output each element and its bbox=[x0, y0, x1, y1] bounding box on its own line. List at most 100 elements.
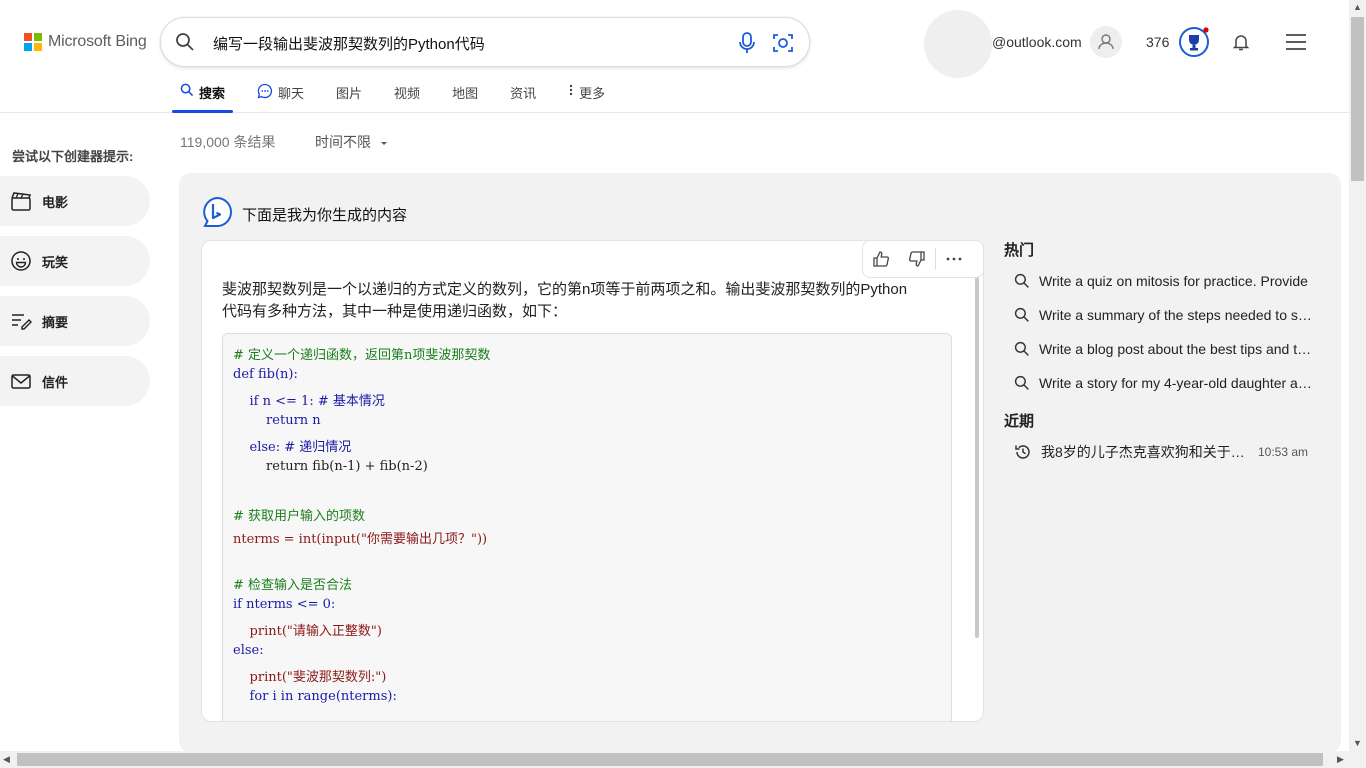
trending-item-text: Write a quiz on mitosis for practice. Pr… bbox=[1039, 273, 1308, 289]
thumbs-down-icon bbox=[909, 251, 925, 267]
clapperboard-icon bbox=[11, 192, 32, 211]
tab-label: 搜索 bbox=[199, 86, 226, 101]
answer-heading: 下面是我为你生成的内容 bbox=[242, 207, 408, 224]
scroll-up-arrow-icon[interactable]: ▲ bbox=[1353, 2, 1362, 12]
code-line: return fib(n-1) + fib(n-2) bbox=[233, 459, 428, 474]
prompt-label: 信件 bbox=[42, 374, 69, 390]
tab-search[interactable]: 搜索 bbox=[172, 80, 234, 113]
code-line: print("斐波那契数列:") bbox=[233, 670, 387, 685]
code-line: # 获取用户输入的项数 bbox=[233, 509, 366, 524]
brand-name: Microsoft Bing bbox=[48, 33, 147, 50]
mail-icon bbox=[11, 374, 31, 389]
search-box[interactable]: 编写一段输出斐波那契数列的Python代码 bbox=[160, 17, 810, 67]
code-line: nterms = int(input("你需要输出几项？")) bbox=[233, 532, 488, 547]
user-icon[interactable] bbox=[1090, 26, 1122, 58]
chat-icon bbox=[257, 83, 273, 99]
bing-chat-badge-icon bbox=[203, 196, 232, 227]
code-line: if n <= 1: # 基本情况 bbox=[233, 394, 385, 409]
code-line: else: bbox=[233, 643, 264, 658]
dropdown-caret-icon bbox=[380, 142, 387, 145]
bing-logo[interactable]: Microsoft Bing bbox=[24, 33, 147, 51]
code-line: if nterms <= 0: bbox=[233, 597, 336, 612]
visual-search-icon[interactable] bbox=[771, 31, 795, 55]
trending-item[interactable]: Write a summary of the steps needed to s… bbox=[1014, 303, 1314, 327]
tab-more[interactable]: 更多 bbox=[560, 80, 613, 113]
tab-label: 更多 bbox=[579, 86, 606, 101]
prompt-joke[interactable]: 玩笑 bbox=[0, 236, 150, 286]
card-scrollbar[interactable] bbox=[975, 253, 979, 638]
recent-title: 近期 bbox=[1004, 413, 1035, 430]
code-line: return n bbox=[233, 413, 321, 428]
notifications-bell-icon[interactable] bbox=[1231, 32, 1251, 52]
search-icon[interactable] bbox=[175, 32, 195, 52]
prompt-label: 摘要 bbox=[42, 314, 69, 330]
code-line: print("请输入正整数") bbox=[233, 624, 382, 639]
recent-item-text: 我8岁的儿子杰克喜欢狗和关于恐龙的故事 bbox=[1041, 444, 1246, 460]
rewards-points[interactable]: 376 bbox=[1146, 34, 1169, 50]
horizontal-scroll-thumb[interactable] bbox=[17, 753, 1323, 766]
tab-maps[interactable]: 地图 bbox=[444, 80, 486, 113]
prompt-label: 玩笑 bbox=[42, 254, 69, 270]
account-email[interactable]: @outlook.com bbox=[992, 34, 1082, 50]
tab-label: 聊天 bbox=[278, 86, 305, 101]
header: Microsoft Bing 编写一段输出斐波那契数列的Python代码 @ou… bbox=[0, 0, 1349, 113]
answer-card: 斐波那契数列是一个以递归的方式定义的数列，它的第n项等于前两项之和。输出斐波那契… bbox=[201, 240, 984, 722]
time-filter-dropdown[interactable]: 时间不限 bbox=[315, 132, 389, 152]
tab-label: 地图 bbox=[452, 86, 479, 101]
search-input[interactable]: 编写一段输出斐波那契数列的Python代码 bbox=[213, 33, 485, 54]
more-horizontal-icon bbox=[946, 257, 962, 261]
code-line: for i in range(nterms): bbox=[233, 689, 397, 704]
trending-item-text: Write a story for my 4-year-old daughter… bbox=[1039, 375, 1314, 391]
scroll-down-arrow-icon[interactable]: ▼ bbox=[1353, 738, 1362, 748]
creator-prompts-title: 尝试以下创建器提示: bbox=[12, 149, 134, 164]
recent-item-time: 10:53 am bbox=[1258, 445, 1309, 459]
search-icon bbox=[1014, 307, 1029, 322]
microphone-icon[interactable] bbox=[737, 32, 757, 54]
tab-label: 视频 bbox=[394, 86, 421, 101]
search-icon bbox=[1014, 273, 1029, 288]
tab-videos[interactable]: 视频 bbox=[386, 80, 428, 113]
trending-item[interactable]: Write a story for my 4-year-old daughter… bbox=[1014, 371, 1314, 395]
search-icon bbox=[180, 83, 194, 97]
prompt-movie[interactable]: 电影 bbox=[0, 176, 150, 226]
prompt-summary[interactable]: 摘要 bbox=[0, 296, 150, 346]
hamburger-menu-icon[interactable] bbox=[1285, 33, 1307, 51]
thumbs-down-button[interactable] bbox=[899, 241, 935, 277]
tab-label: 资讯 bbox=[510, 86, 537, 101]
time-filter-label: 时间不限 bbox=[315, 134, 371, 150]
profile-picture[interactable] bbox=[924, 10, 992, 78]
search-icon bbox=[1014, 375, 1029, 390]
code-line: # 检查输入是否合法 bbox=[233, 578, 353, 593]
tab-label: 图片 bbox=[336, 86, 363, 101]
code-line: def fib(n): bbox=[233, 367, 298, 382]
recent-item[interactable]: 我8岁的儿子杰克喜欢狗和关于恐龙的故事 bbox=[1014, 440, 1246, 464]
smile-icon bbox=[11, 251, 31, 271]
vertical-scroll-thumb[interactable] bbox=[1351, 17, 1364, 181]
tab-chat[interactable]: 聊天 bbox=[249, 80, 312, 113]
code-block[interactable]: # 定义一个递归函数，返回第n项斐波那契数 def fib(n): if n <… bbox=[222, 333, 952, 721]
more-vertical-icon bbox=[569, 84, 573, 96]
search-icon bbox=[1014, 341, 1029, 356]
code-line: # 定义一个递归函数，返回第n项斐波那契数 bbox=[233, 348, 491, 363]
rewards-trophy-icon[interactable] bbox=[1178, 26, 1210, 58]
summary-icon bbox=[12, 314, 32, 330]
answer-intro: 斐波那契数列是一个以递归的方式定义的数列，它的第n项等于前两项之和。输出斐波那契… bbox=[222, 281, 908, 320]
trending-item[interactable]: Write a quiz on mitosis for practice. Pr… bbox=[1014, 269, 1314, 293]
trending-item[interactable]: Write a blog post about the best tips an… bbox=[1014, 337, 1314, 361]
thumbs-up-icon bbox=[873, 251, 889, 267]
microsoft-logo-icon bbox=[24, 33, 42, 51]
trending-item-text: Write a summary of the steps needed to s… bbox=[1039, 307, 1314, 323]
feedback-toolbar bbox=[862, 240, 984, 278]
more-options-button[interactable] bbox=[936, 241, 972, 277]
scroll-left-arrow-icon[interactable]: ◀ bbox=[3, 754, 10, 765]
trending-item-text: Write a blog post about the best tips an… bbox=[1039, 341, 1314, 357]
tab-news[interactable]: 资讯 bbox=[502, 80, 544, 113]
scroll-right-arrow-icon[interactable]: ▶ bbox=[1337, 754, 1344, 765]
prompt-label: 电影 bbox=[42, 194, 69, 210]
trending-title: 热门 bbox=[1004, 242, 1035, 259]
tab-images[interactable]: 图片 bbox=[328, 80, 370, 113]
history-icon bbox=[1015, 445, 1030, 459]
prompt-letter[interactable]: 信件 bbox=[0, 356, 150, 406]
scope-tabs: 搜索 聊天 图片 视频 地图 资讯 更多 bbox=[172, 80, 629, 113]
thumbs-up-button[interactable] bbox=[863, 241, 899, 277]
